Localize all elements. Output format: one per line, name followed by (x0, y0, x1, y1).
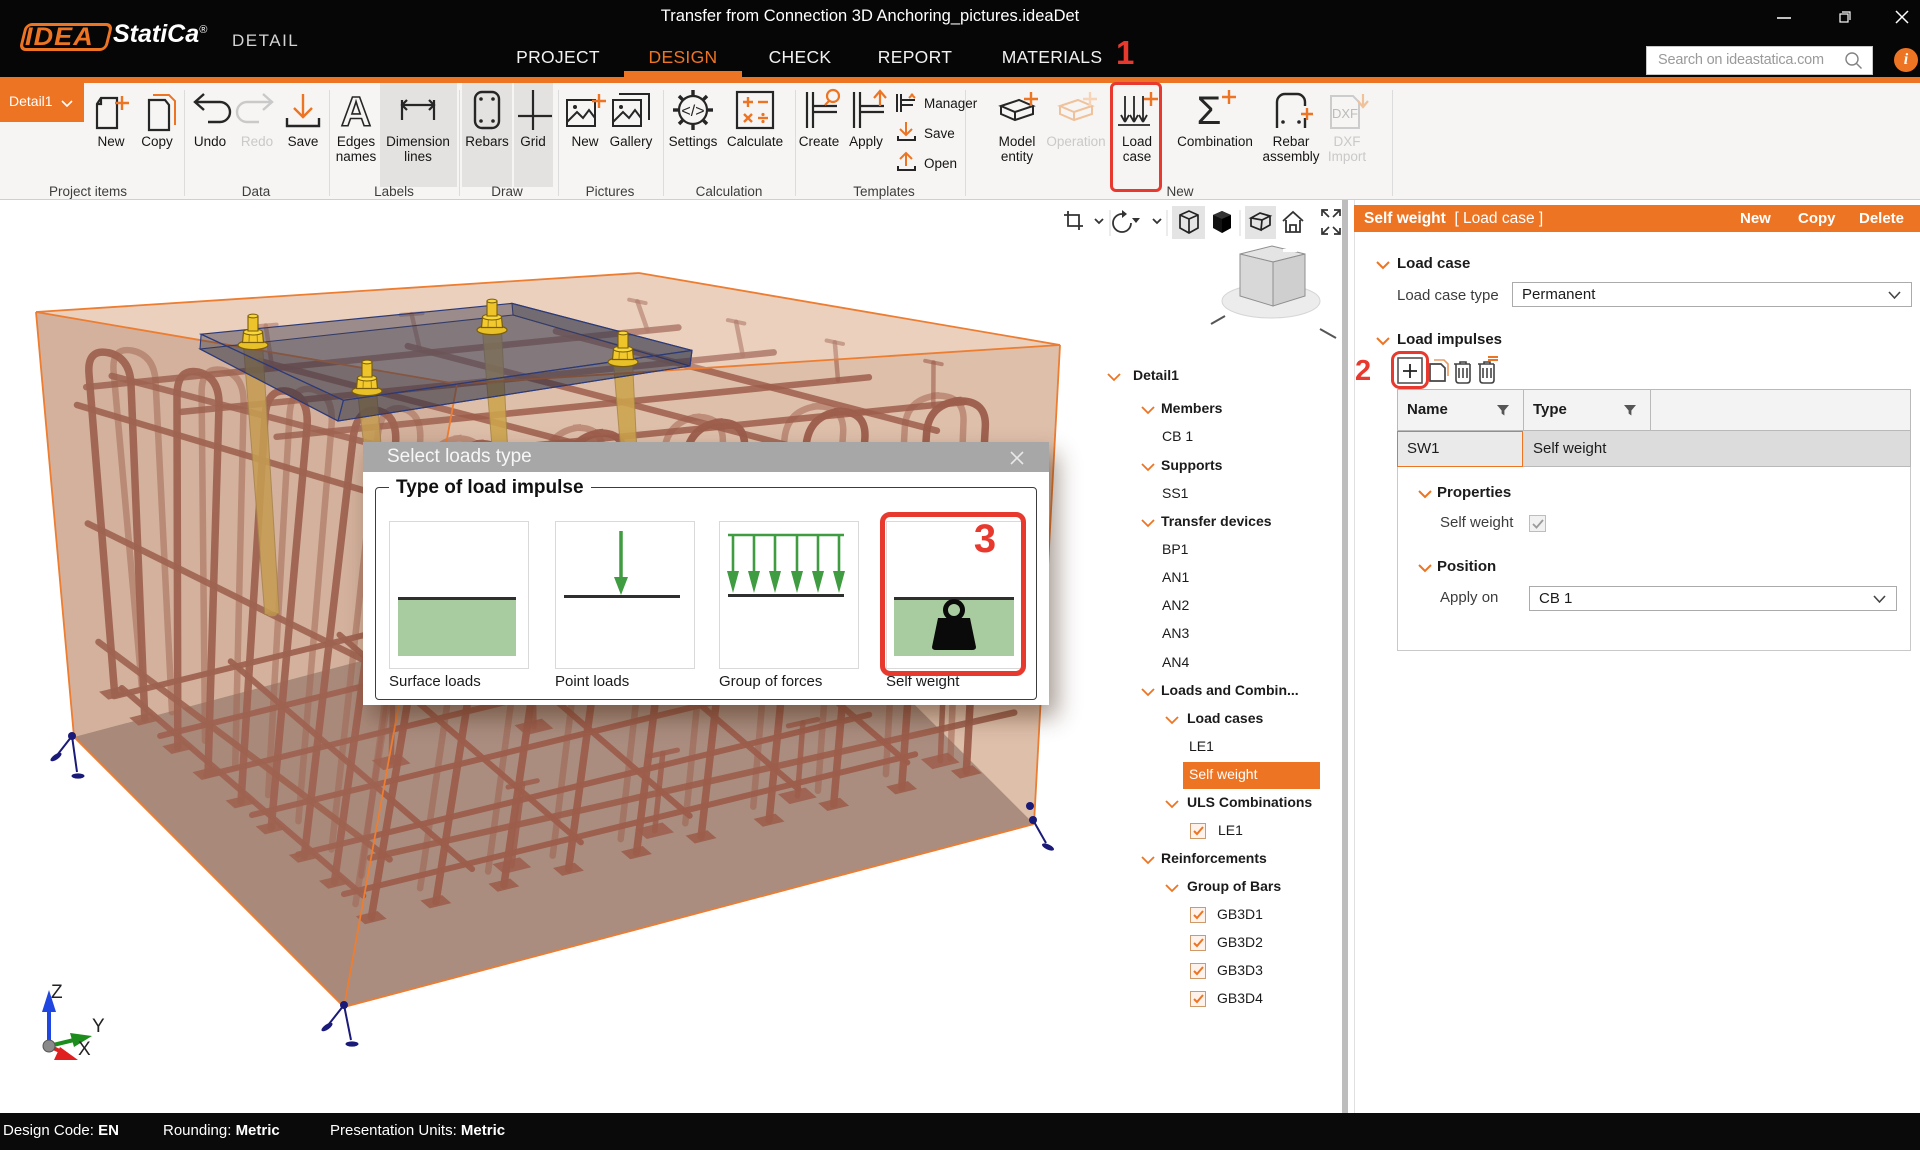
svg-text:X: X (78, 1039, 91, 1060)
svg-text:Σ: Σ (1197, 89, 1222, 133)
svg-text:A: A (341, 88, 371, 134)
svg-text:</>: </> (681, 103, 704, 120)
svg-text:DXF: DXF (1332, 106, 1358, 121)
svg-text:Y: Y (92, 1016, 105, 1037)
svg-text:Z: Z (51, 982, 63, 1003)
